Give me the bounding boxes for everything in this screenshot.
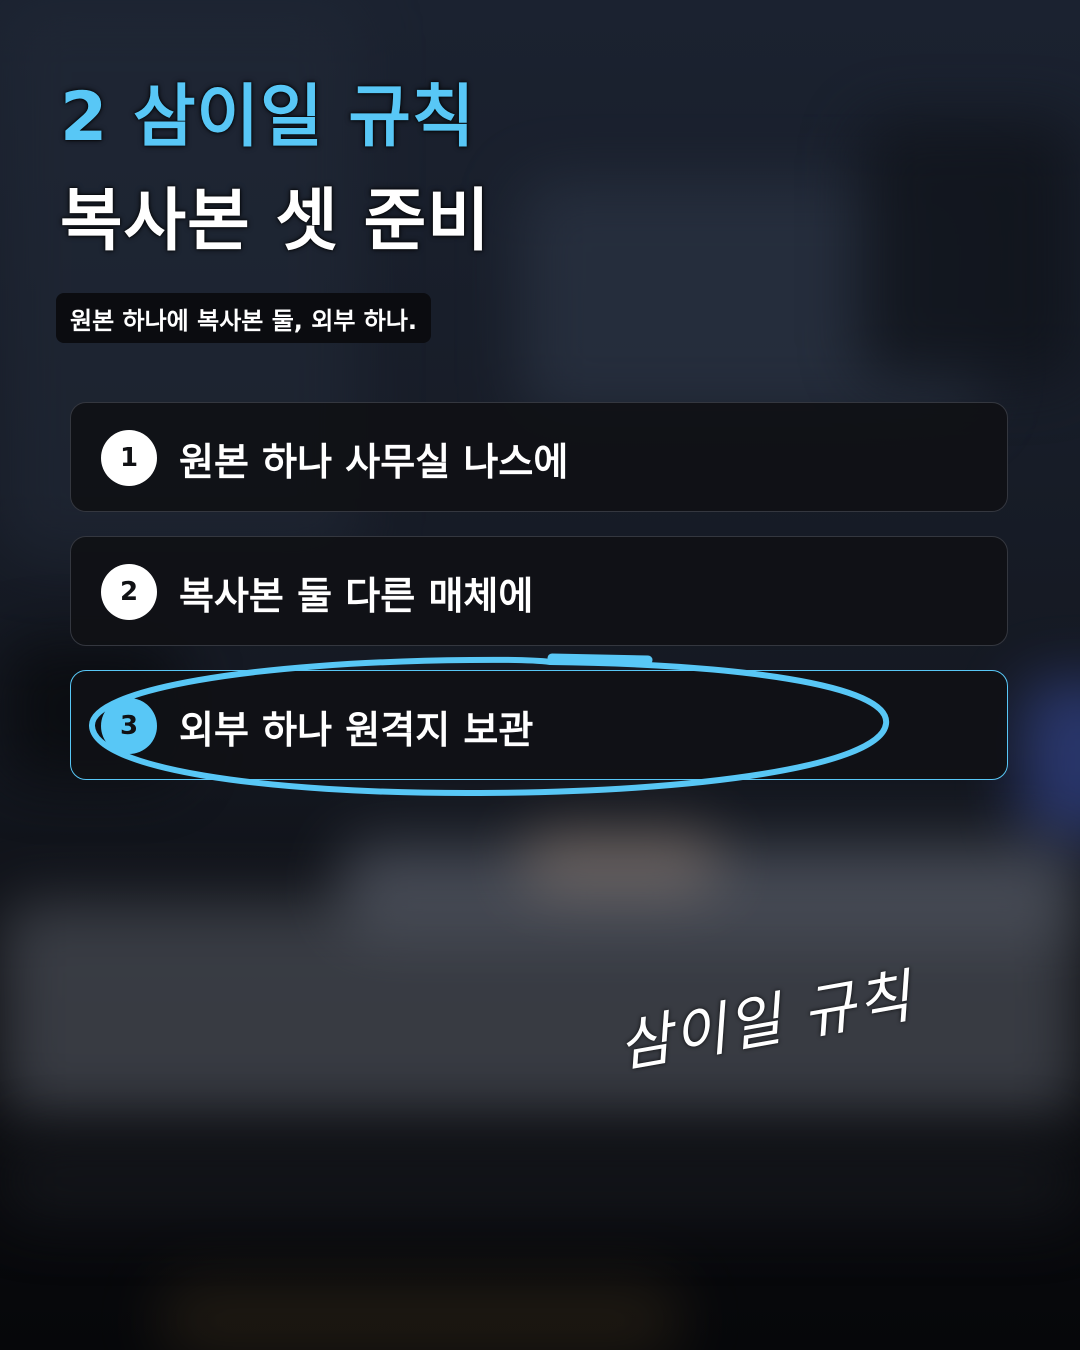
step-text: 외부 하나 원격지 보관 [179,707,534,752]
subtitle-banner: 원본 하나에 복사본 둘, 외부 하나. [56,293,432,343]
step-card-1: 1 원본 하나 사무실 나스에 [70,402,1008,512]
step-card-3-highlighted: 3 외부 하나 원격지 보관 [70,670,1008,780]
slide-content: 2 삼이일 규칙 복사본 셋 준비 원본 하나에 복사본 둘, 외부 하나. 1… [0,0,1080,1350]
title-line-2: 복사본 셋 준비 [60,182,491,261]
step-card-2: 2 복사본 둘 다른 매체에 [70,536,1008,646]
title-line-1: 2 삼이일 규칙 [60,78,476,157]
handwritten-annotation: 삼이일 규칙 [612,961,918,1081]
step-number-badge: 1 [101,430,157,486]
step-number-badge: 2 [101,564,157,620]
step-number-badge: 3 [101,698,157,754]
step-text: 원본 하나 사무실 나스에 [179,439,569,484]
step-text: 복사본 둘 다른 매체에 [179,573,534,618]
